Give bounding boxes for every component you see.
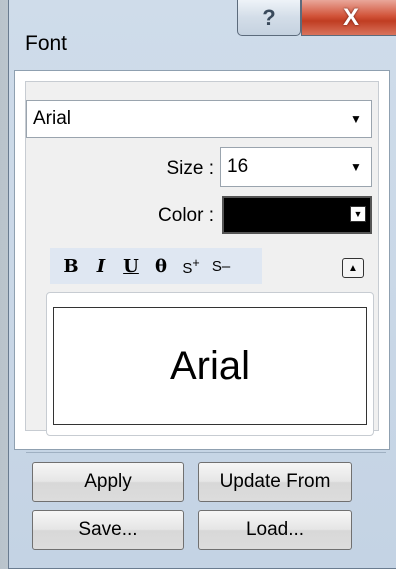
apply-button[interactable]: Apply [32, 462, 184, 502]
italic-button[interactable]: I [86, 256, 116, 277]
eject-icon[interactable]: ▲ [342, 258, 364, 278]
font-family-value: Arial [33, 108, 72, 129]
window-title: Font [25, 32, 68, 55]
strikethrough-button[interactable]: θ [146, 256, 176, 277]
font-size-dropdown[interactable]: 16 ▼ [220, 147, 372, 187]
font-family-dropdown[interactable]: Arial ▼ [26, 100, 372, 138]
help-icon: ? [262, 4, 276, 30]
bold-button[interactable]: B [56, 256, 86, 277]
chevron-down-icon: ▼ [350, 112, 362, 126]
font-size-value: 16 [227, 156, 249, 177]
preview-frame: Arial [46, 292, 374, 436]
update-from-button[interactable]: Update From [198, 462, 352, 502]
close-button[interactable]: X [301, 0, 396, 36]
subscript-button[interactable]: S– [206, 258, 236, 275]
title-bar: Font ? X [9, 0, 396, 70]
load-button[interactable]: Load... [198, 510, 352, 550]
separator [26, 452, 386, 453]
help-button[interactable]: ? [237, 0, 301, 36]
chevron-down-icon: ▼ [350, 206, 366, 222]
size-label: Size : [166, 158, 214, 179]
font-preview: Arial [53, 307, 367, 425]
close-icon: X [342, 3, 359, 31]
format-toolbar: B I U θ S+ S– [50, 248, 262, 284]
underline-button[interactable]: U [116, 256, 146, 277]
color-picker[interactable]: ▼ [222, 196, 372, 234]
color-label: Color : [158, 205, 214, 226]
superscript-button[interactable]: S+ [176, 256, 206, 277]
chevron-down-icon: ▼ [350, 160, 362, 174]
save-button[interactable]: Save... [32, 510, 184, 550]
